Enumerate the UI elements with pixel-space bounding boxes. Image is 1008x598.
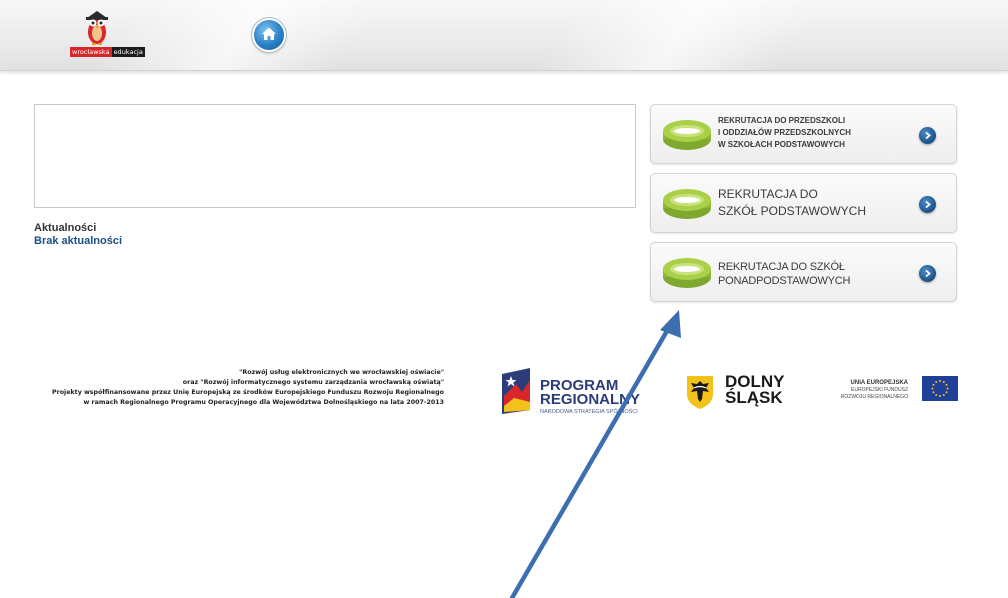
label-line: REKRUTACJA DO SZKÓŁ xyxy=(718,261,845,273)
brand-text: wrocławska edukacja xyxy=(70,47,145,57)
program-regionalny-line3: NARODOWA STRATEGIA SPÓJNOŚCI xyxy=(540,409,638,415)
footer-line: oraz "Rozwój informatycznego systemu zar… xyxy=(182,379,444,386)
program-regionalny-emblem-icon xyxy=(502,368,530,414)
footer-line: "Rozwój usług elektronicznych we wrocław… xyxy=(239,369,444,376)
brand-part1: wrocławska xyxy=(70,47,112,57)
brand-part2: edukacja xyxy=(111,47,145,57)
recruitment-secondary-label: REKRUTACJA DO SZKÓŁ PONADPODSTAWOWYCH xyxy=(718,260,908,288)
news-label: Aktualności xyxy=(34,222,97,234)
label-line: REKRUTACJA DO xyxy=(718,187,818,201)
eagle-shield-icon xyxy=(687,376,713,409)
home-button[interactable] xyxy=(254,20,284,50)
eu-flag-icon xyxy=(922,376,958,401)
dolny-slask-logo: DOLNY ŚLĄSK xyxy=(685,373,795,414)
owl-mascot-icon xyxy=(86,11,108,45)
chevron-right-icon[interactable] xyxy=(919,127,936,144)
eu-line2: EUROPEJSKI FUNDUSZ xyxy=(851,387,908,393)
label-line: SZKÓŁ PODSTAWOWYCH xyxy=(718,204,867,218)
disc-icon xyxy=(663,120,711,150)
recruitment-primary-button[interactable]: REKRUTACJA DO SZKÓŁ PODSTAWOWYCH xyxy=(650,173,957,233)
top-header: wrocławska edukacja xyxy=(0,0,1008,71)
news-empty-link[interactable]: Brak aktualności xyxy=(34,235,122,247)
eu-line3: ROZWOJU REGIONALNEGO xyxy=(840,394,908,400)
label-line: W SZKOŁACH PODSTAWOWYCH xyxy=(718,140,845,149)
home-icon xyxy=(262,27,276,40)
site-logo[interactable]: wrocławska edukacja xyxy=(70,8,158,62)
program-regionalny-logo: PROGRAM REGIONALNY NARODOWA STRATEGIA SP… xyxy=(500,366,650,422)
eu-line1: UNIA EUROPEJSKA xyxy=(850,380,908,386)
dolny-slask-line2: ŚLĄSK xyxy=(725,388,783,407)
news-box xyxy=(34,104,636,208)
chevron-right-icon[interactable] xyxy=(919,196,936,213)
header-sheen xyxy=(535,0,825,70)
eu-text: UNIA EUROPEJSKA EUROPEJSKI FUNDUSZ ROZWO… xyxy=(841,379,908,401)
chevron-right-icon[interactable] xyxy=(919,265,936,282)
recruitment-preschool-button[interactable]: REKRUTACJA DO PRZEDSZKOLI I ODDZIAŁÓW PR… xyxy=(650,104,957,164)
recruitment-preschool-label: REKRUTACJA DO PRZEDSZKOLI I ODDZIAŁÓW PR… xyxy=(718,115,908,151)
footer-line: w ramach Regionalnego Programu Operacyjn… xyxy=(83,399,444,406)
label-line: REKRUTACJA DO PRZEDSZKOLI xyxy=(718,116,846,125)
footer-line: Projekty współfinansowane przez Unię Eur… xyxy=(52,389,444,396)
recruitment-secondary-button[interactable]: REKRUTACJA DO SZKÓŁ PONADPODSTAWOWYCH xyxy=(650,242,957,302)
label-line: I ODDZIAŁÓW PRZEDSZKOLNYCH xyxy=(718,128,851,137)
eu-logo: UNIA EUROPEJSKA EUROPEJSKI FUNDUSZ ROZWO… xyxy=(818,376,958,406)
recruitment-primary-label: REKRUTACJA DO SZKÓŁ PODSTAWOWYCH xyxy=(718,186,908,220)
footer-funding-text: "Rozwój usług elektronicznych we wrocław… xyxy=(52,368,444,408)
disc-icon xyxy=(663,258,711,288)
label-line: PONADPODSTAWOWYCH xyxy=(718,275,851,287)
disc-icon xyxy=(663,189,711,219)
program-regionalny-line2: REGIONALNY xyxy=(540,391,641,408)
